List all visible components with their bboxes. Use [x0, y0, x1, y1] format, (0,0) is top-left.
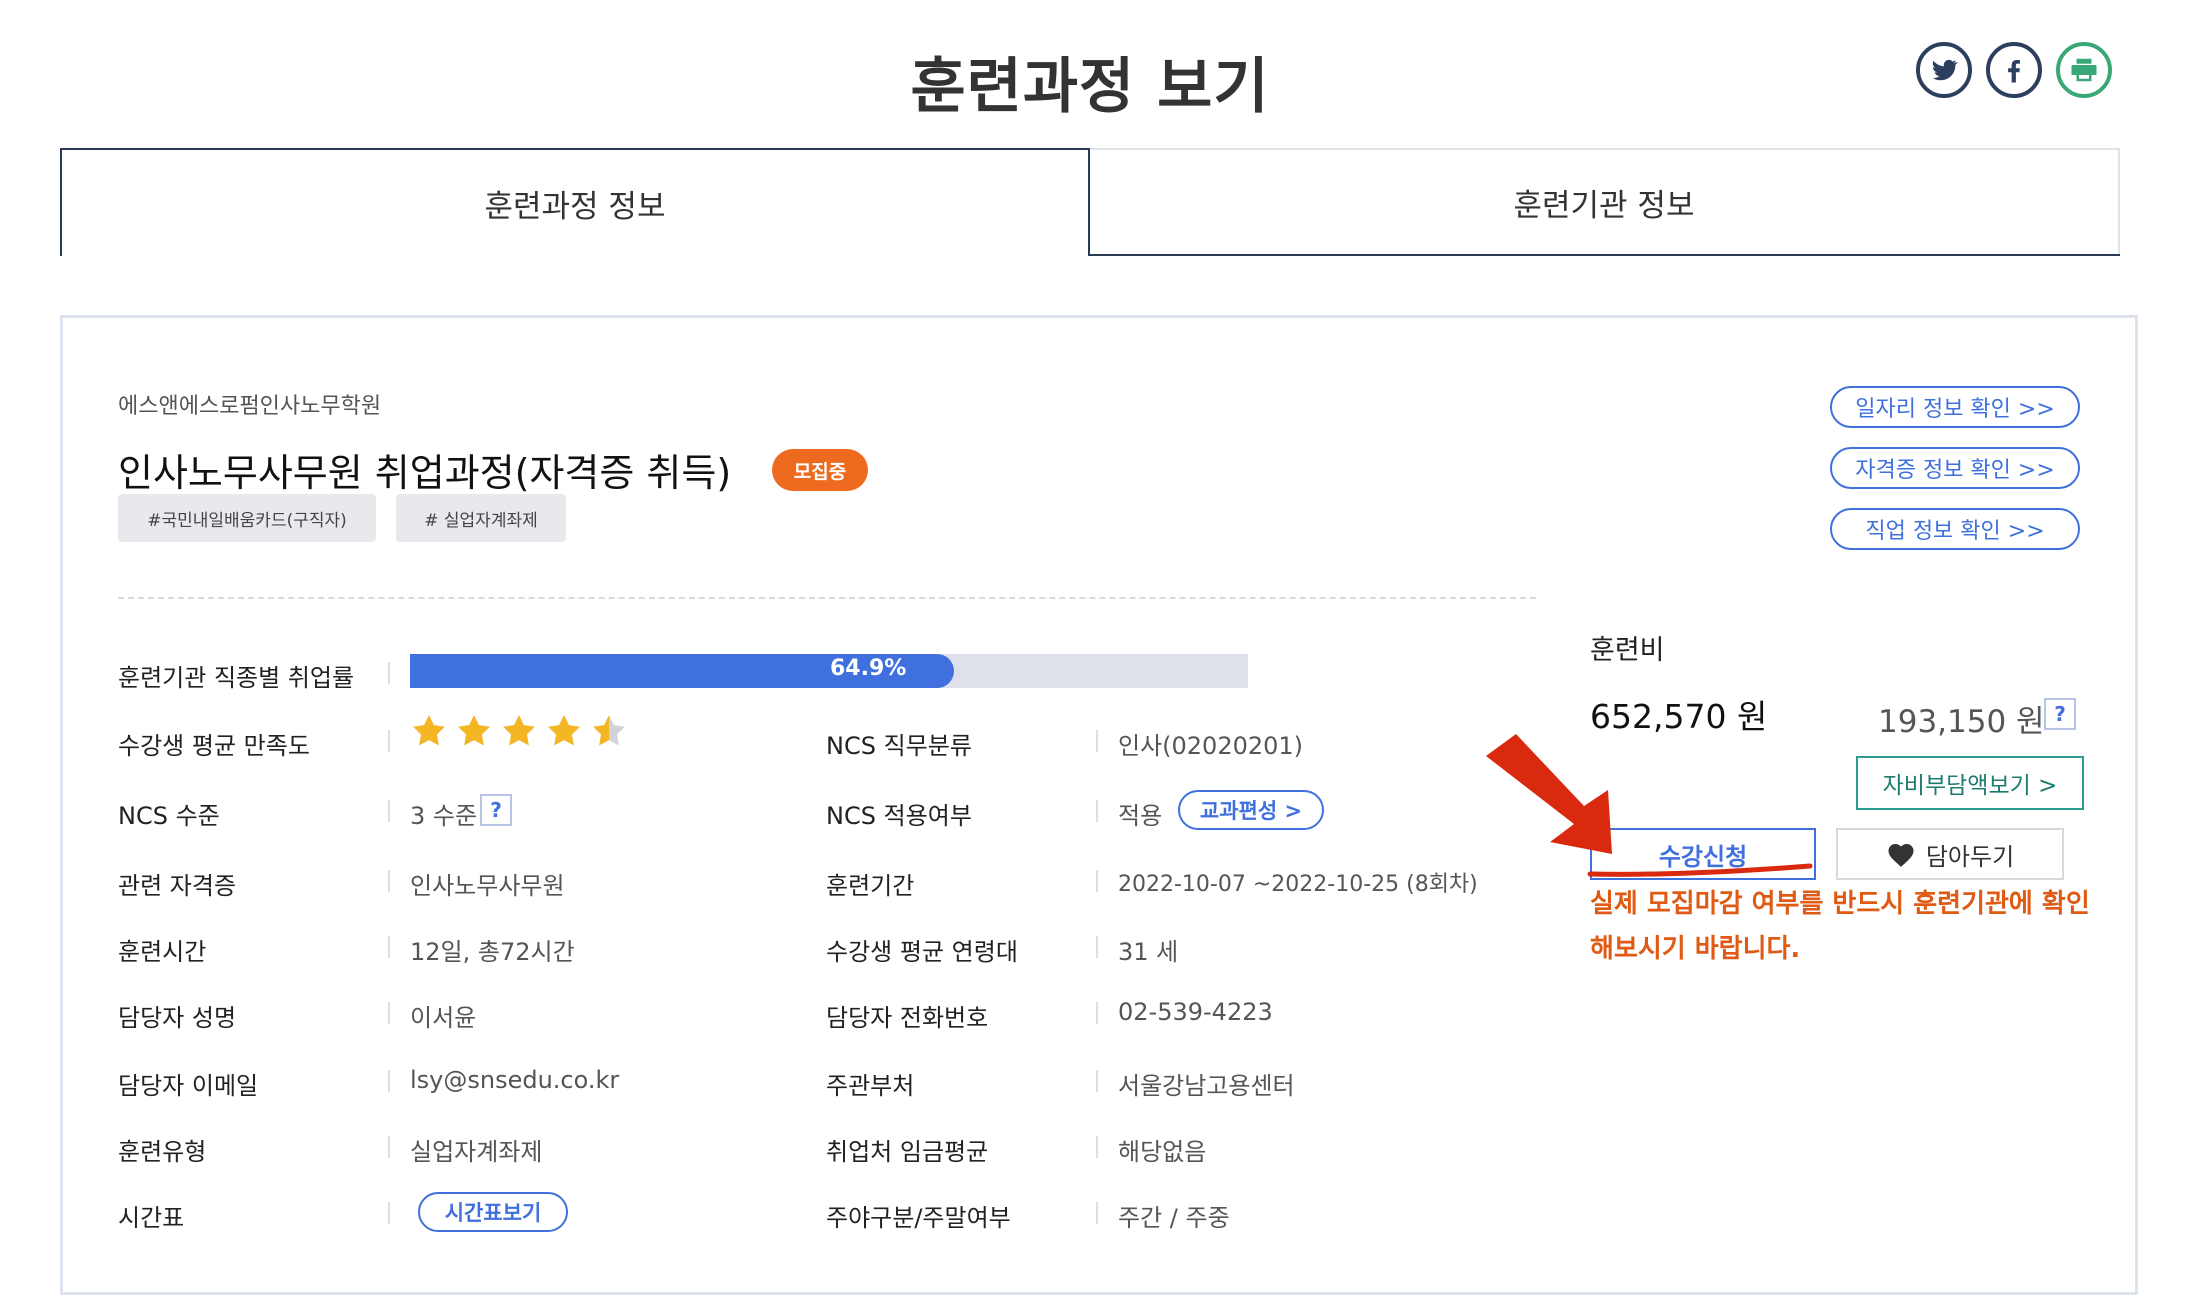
cert-info-link[interactable]: 자격증 정보 확인 >>: [1830, 447, 2080, 489]
separator: [388, 936, 390, 958]
ncs-apply-value: 적용: [1118, 802, 1163, 830]
hours-label: 훈련시간: [118, 938, 207, 966]
heart-icon: [1888, 844, 1914, 867]
tab-bar: 훈련과정 정보 훈련기관 정보: [60, 148, 2120, 256]
manager-label: 담당자 성명: [118, 1004, 237, 1032]
twitter-share-button[interactable]: [1916, 42, 1972, 98]
job-info-link[interactable]: 일자리 정보 확인 >>: [1830, 386, 2080, 428]
tag-unemployed-account: # 실업자계좌제: [396, 494, 566, 542]
separator: [388, 800, 390, 822]
age-label: 수강생 평균 연령대: [826, 938, 1018, 966]
separator: [388, 870, 390, 892]
save-button[interactable]: 담아두기: [1836, 828, 2064, 880]
annotation-underline: [1587, 863, 1813, 877]
facebook-icon: [2008, 60, 2020, 83]
ncs-level-label: NCS 수준: [118, 802, 220, 830]
print-button[interactable]: [2056, 42, 2112, 98]
section-divider: [118, 597, 1536, 599]
separator: [388, 1202, 390, 1224]
recruitment-notice: 실제 모집마감 여부를 반드시 훈련기관에 확인해보시기 바랍니다.: [1590, 889, 2090, 964]
page-title: 훈련과정 보기: [910, 52, 1270, 122]
star-icon: [593, 715, 625, 746]
separator: [1096, 800, 1098, 822]
timetable-button[interactable]: 시간표보기: [418, 1192, 568, 1232]
agency-label: 주관부처: [826, 1072, 915, 1100]
period-label: 훈련기간: [826, 872, 915, 900]
separator: [388, 1136, 390, 1158]
annotation-arrow-icon: [1486, 734, 1612, 854]
type-value: 실업자계좌제: [410, 1138, 543, 1166]
separator: [388, 662, 390, 684]
wage-label: 취업처 임금평균: [826, 1138, 989, 1166]
fee-self-pay: 193,150 원: [1878, 704, 2045, 740]
separator: [1096, 936, 1098, 958]
fee-label: 훈련비: [1590, 635, 1665, 666]
separator: [1096, 1202, 1098, 1224]
star-icon: [548, 715, 580, 746]
save-button-label: 담아두기: [1925, 842, 2015, 871]
daynight-label: 주야구분/주말여부: [826, 1204, 1011, 1232]
separator: [1096, 730, 1098, 752]
cert-label: 관련 자격증: [118, 872, 237, 900]
fee-help-button[interactable]: ?: [2044, 698, 2076, 730]
separator: [1096, 1002, 1098, 1024]
separator: [1096, 1136, 1098, 1158]
institution-name: 에스앤에스로펌인사노무학원: [118, 394, 382, 419]
daynight-value: 주간 / 주중: [1118, 1204, 1230, 1232]
agency-value: 서울강남고용센터: [1118, 1072, 1295, 1100]
type-label: 훈련유형: [118, 1138, 207, 1166]
curriculum-button[interactable]: 교과편성 >: [1178, 790, 1324, 830]
hours-value: 12일, 총72시간: [410, 938, 575, 966]
separator: [388, 730, 390, 752]
occupation-info-link[interactable]: 직업 정보 확인 >>: [1830, 508, 2080, 550]
separator: [1096, 870, 1098, 892]
ncs-level-value: 3 수준: [410, 802, 478, 830]
annotation-overlay: [1486, 734, 1813, 877]
phone-label: 담당자 전화번호: [826, 1004, 989, 1032]
satisfaction-label: 수강생 평균 만족도: [118, 732, 310, 760]
star-icon: [503, 715, 535, 746]
course-title: 인사노무사무원 취업과정(자격증 취득): [118, 451, 732, 495]
star-icon: [458, 715, 490, 746]
employment-rate-label: 훈련기관 직종별 취업률: [118, 664, 355, 692]
wage-value: 해당없음: [1118, 1138, 1207, 1166]
ncs-level-help-button[interactable]: ?: [480, 794, 512, 826]
email-value: lsy@snsedu.co.kr: [410, 1066, 620, 1094]
separator: [388, 1002, 390, 1024]
status-badge: 모집중: [772, 449, 868, 491]
manager-value: 이서윤: [410, 1004, 477, 1032]
age-value: 31 세: [1118, 938, 1179, 966]
self-pay-button[interactable]: 자비부담액보기 >: [1856, 756, 2084, 810]
employment-rate-value: 64.9%: [830, 656, 907, 681]
tab-institution-info[interactable]: 훈련기관 정보: [1088, 148, 2120, 256]
email-label: 담당자 이메일: [118, 1072, 259, 1100]
ncs-apply-label: NCS 적용여부: [826, 802, 972, 830]
star-icon: [413, 715, 445, 746]
timetable-label: 시간표: [118, 1204, 185, 1232]
tag-national-card: #국민내일배움카드(구직자): [118, 494, 376, 542]
facebook-share-button[interactable]: [1986, 42, 2042, 98]
ncs-class-value: 인사(02020201): [1118, 732, 1304, 760]
separator: [388, 1070, 390, 1092]
print-icon: [2071, 58, 2097, 82]
period-value: 2022-10-07 ~2022-10-25 (8회차): [1118, 872, 1478, 897]
twitter-icon: [1932, 59, 1958, 81]
phone-value: 02-539-4223: [1118, 998, 1273, 1026]
separator: [1096, 1070, 1098, 1092]
tab-course-info[interactable]: 훈련과정 정보: [60, 148, 1090, 256]
cert-value: 인사노무사무원: [410, 872, 565, 900]
ncs-class-label: NCS 직무분류: [826, 732, 972, 760]
